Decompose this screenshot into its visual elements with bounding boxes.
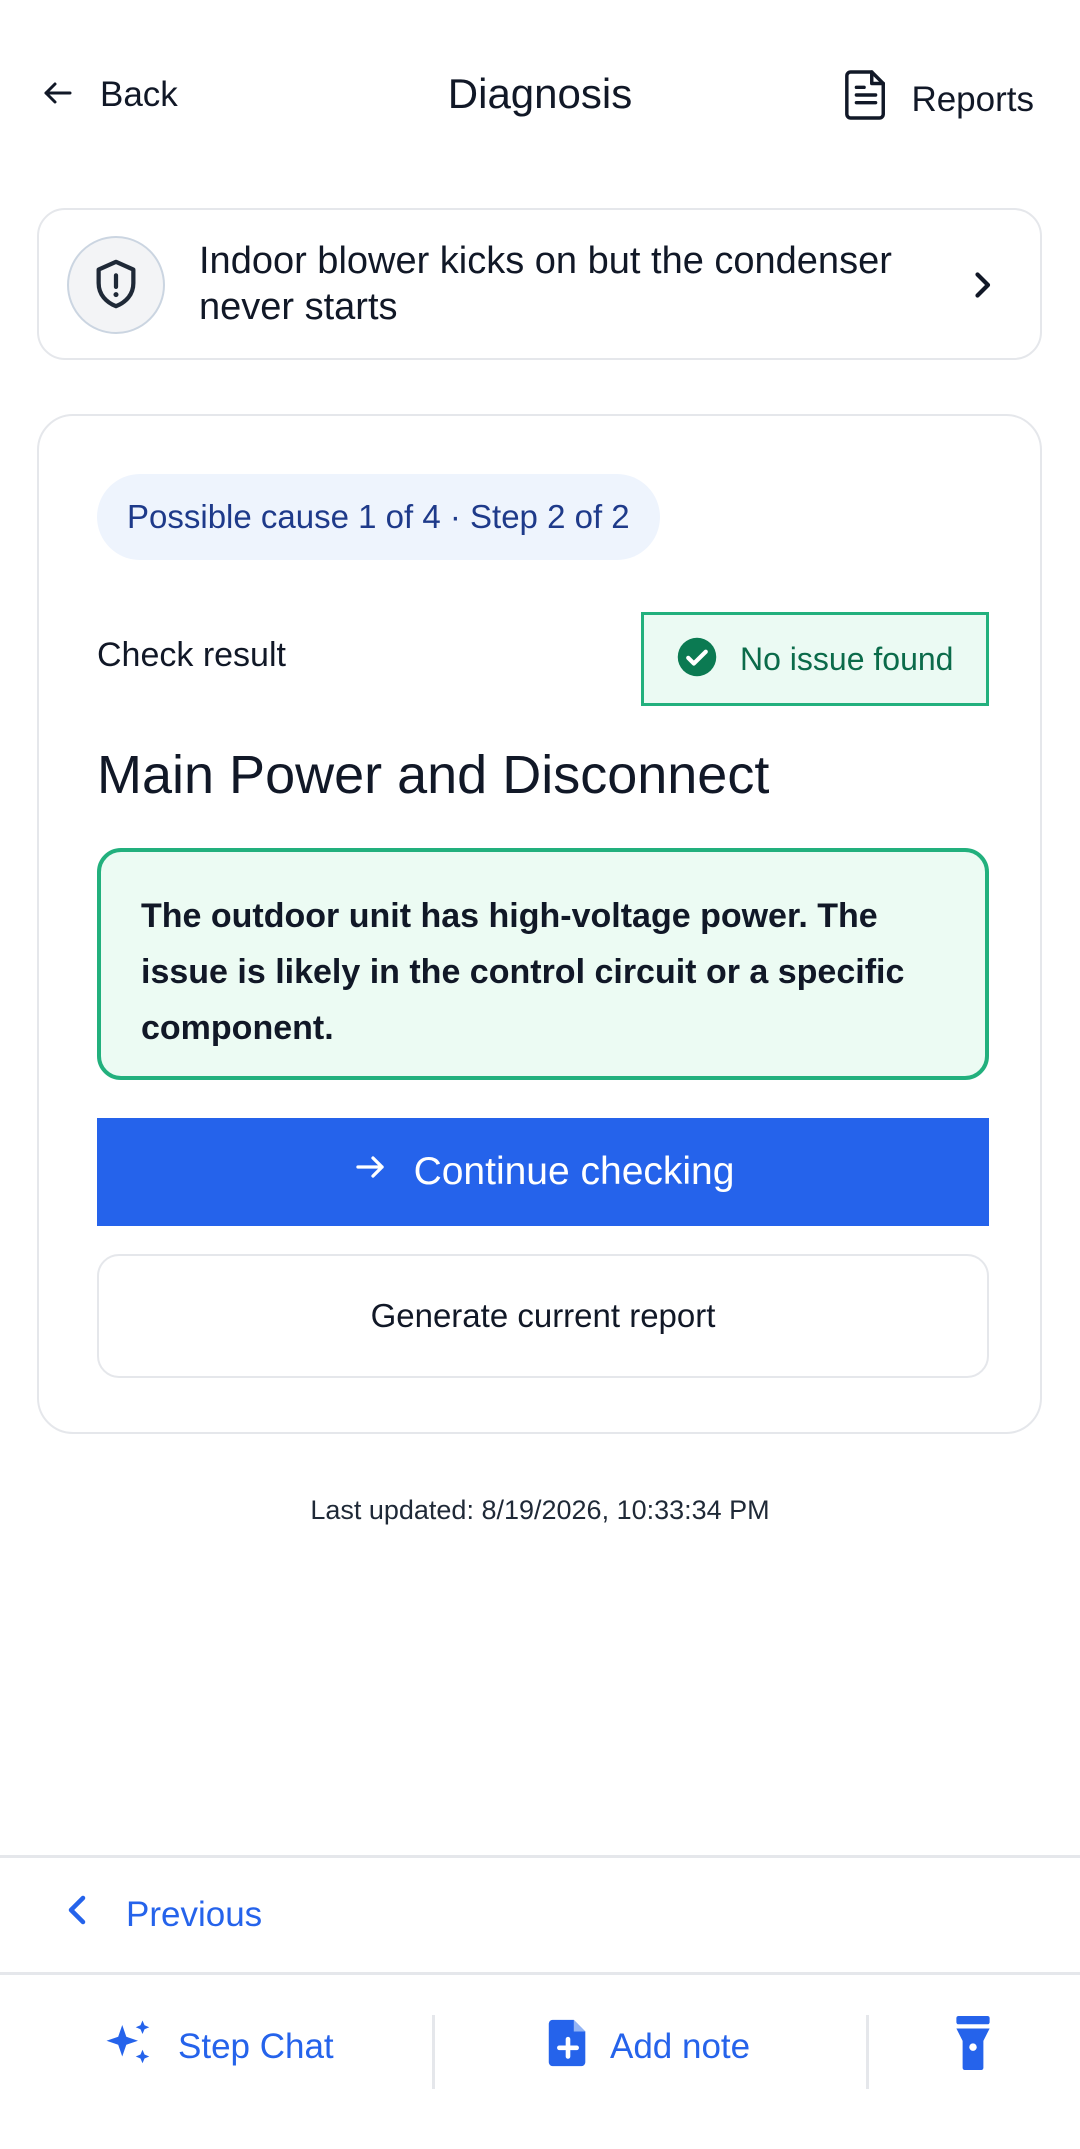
divider bbox=[0, 1855, 1080, 1858]
reports-button[interactable]: Reports bbox=[843, 68, 1034, 131]
toolbar-divider bbox=[432, 2015, 435, 2089]
step-chat-button[interactable]: Step Chat bbox=[102, 2007, 334, 2087]
result-message: The outdoor unit has high-voltage power.… bbox=[141, 897, 905, 1047]
document-icon bbox=[843, 68, 889, 131]
sparkles-icon bbox=[102, 2016, 156, 2079]
last-updated-text: Last updated: 8/19/2026, 10:33:34 PM bbox=[310, 1495, 770, 1525]
result-message-box: The outdoor unit has high-voltage power.… bbox=[97, 848, 989, 1080]
continue-checking-button[interactable]: Continue checking bbox=[97, 1118, 989, 1226]
previous-label: Previous bbox=[126, 1894, 263, 1934]
previous-button[interactable]: Previous bbox=[64, 1892, 262, 1937]
status-label: No issue found bbox=[740, 640, 954, 677]
step-title: Main Power and Disconnect bbox=[97, 745, 770, 805]
check-result-label: Check result bbox=[97, 636, 286, 674]
chevron-right-icon bbox=[964, 265, 1000, 310]
issue-summary-card[interactable]: Indoor blower kicks on but the condenser… bbox=[37, 208, 1042, 360]
progress-pill: Possible cause 1 of 4 · Step 2 of 2 bbox=[97, 474, 660, 560]
toolbar-divider bbox=[866, 2015, 869, 2089]
reports-label: Reports bbox=[911, 79, 1034, 119]
status-badge: No issue found bbox=[641, 612, 989, 706]
check-circle-icon bbox=[676, 636, 718, 683]
generate-report-label: Generate current report bbox=[370, 1297, 716, 1334]
continue-checking-label: Continue checking bbox=[413, 1150, 735, 1193]
flashlight-button[interactable] bbox=[954, 2007, 992, 2087]
flashlight-icon bbox=[954, 2015, 992, 2079]
note-add-icon bbox=[548, 2018, 588, 2077]
add-note-button[interactable]: Add note bbox=[548, 2007, 750, 2087]
generate-report-button[interactable]: Generate current report bbox=[97, 1254, 989, 1378]
top-app-bar: Back Diagnosis Reports bbox=[0, 0, 1080, 190]
add-note-label: Add note bbox=[610, 2027, 751, 2066]
shield-alert-icon bbox=[67, 236, 165, 334]
diagnosis-step-card: Possible cause 1 of 4 · Step 2 of 2 Chec… bbox=[37, 414, 1042, 1434]
bottom-toolbar: Step Chat Add note bbox=[0, 1975, 1080, 2149]
step-chat-label: Step Chat bbox=[178, 2027, 334, 2066]
arrow-right-icon bbox=[352, 1149, 388, 1195]
chevron-left-icon bbox=[64, 1892, 90, 1937]
issue-description: Indoor blower kicks on but the condenser… bbox=[199, 240, 892, 328]
